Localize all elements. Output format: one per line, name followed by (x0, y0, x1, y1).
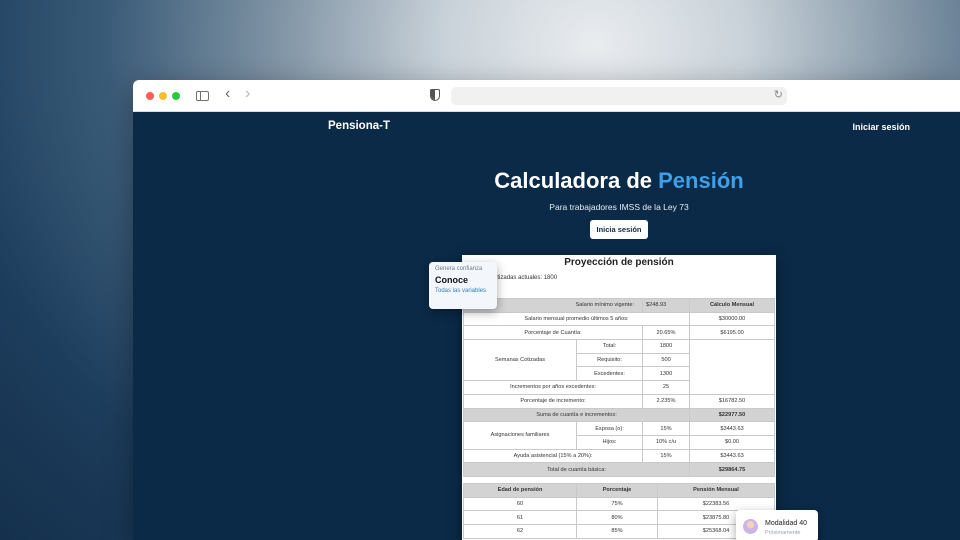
table-cell: 500 (642, 352, 691, 368)
table-cell: 85% (576, 524, 658, 539)
trust-card-kicker: Genera confianza (435, 266, 483, 272)
table-cell: $22383.56 (657, 496, 775, 512)
shield-icon[interactable] (430, 89, 440, 101)
brand-logo[interactable]: Pensiona-T (328, 120, 390, 132)
close-window-button[interactable] (146, 92, 154, 100)
back-icon[interactable]: ‹ (225, 86, 230, 102)
table-row: Salario mensual promedio últimos 5 años:… (462, 311, 776, 327)
table-cell (689, 339, 776, 395)
table-cell: 15% (642, 421, 691, 436)
table-cell: 61 (463, 510, 577, 526)
table-row: Salario mínimo vigente: $248.93 Cálculo … (462, 298, 776, 313)
sidebar-icon[interactable] (196, 91, 209, 101)
table-cell: $6195.00 (689, 325, 776, 341)
table-cell: 15% (642, 448, 691, 464)
table-cell: 1800 (642, 339, 691, 354)
page-subtitle: Para trabajadores IMSS de la Ley 73 (549, 202, 689, 212)
start-session-button[interactable]: Inicia sesión (590, 220, 648, 239)
reload-icon[interactable]: ↻ (774, 88, 783, 101)
table-cell: 20.65% (642, 325, 691, 341)
table-cell: Esposa (o): (575, 421, 644, 436)
table-cell: Porcentaje de incremento: (462, 393, 644, 409)
table-cell: 25 (642, 380, 691, 395)
table-cell: 60 (463, 496, 577, 512)
table-row: 61 80% $23875.80 (463, 510, 775, 526)
table-cell: $29864.75 (689, 462, 776, 477)
table-cell: Excedentes: (575, 366, 644, 382)
forward-icon[interactable]: › (245, 86, 250, 102)
table-cell: Suma de cuantía e incrementos: (462, 407, 691, 423)
modalidad-40-card[interactable]: Modalidad 40 Próximamente (736, 510, 818, 540)
browser-window: ‹ › ↻ Pensiona-T Iniciar sesión Calculad… (133, 80, 960, 540)
table-row: Ayuda asistencial (15% a 20%): 15% $3443… (462, 448, 776, 464)
table-cell: Ayuda asistencial (15% a 20%): (462, 448, 644, 464)
pension-calculation-table: Salario mínimo vigente: $248.93 Cálculo … (462, 298, 776, 477)
address-bar[interactable]: ↻ (451, 87, 787, 105)
document-title: Proyección de pensión (564, 257, 674, 268)
table-cell: Total: (575, 339, 644, 354)
browser-toolbar: ‹ › ↻ (133, 80, 960, 112)
retirement-age-table: Edad de pensión Porcentaje Pensión Mensu… (463, 483, 775, 539)
table-row: Asignaciones familiares Esposa (o): 15% … (463, 421, 776, 450)
table-row: 62 85% $25368.04 (463, 524, 775, 539)
table-cell: 10% c/u (642, 434, 691, 450)
modalidad-card-subtitle: Próximamente (765, 530, 801, 536)
trust-card[interactable]: Genera confianza Conoce Todas las variab… (429, 262, 497, 309)
table-cell: $16782.50 (689, 393, 776, 409)
title-accent: Pensión (658, 168, 744, 193)
table-header-row: Edad de pensión Porcentaje Pensión Mensu… (463, 483, 775, 498)
table-row: Suma de cuantía e incrementos: $22977.50 (462, 407, 776, 423)
maximize-window-button[interactable] (172, 92, 180, 100)
table-cell: Porcentaje de Cuantía: (462, 325, 644, 341)
table-cell: $3443.63 (689, 421, 776, 436)
avatar (743, 519, 758, 534)
table-cell: Requisito: (575, 352, 644, 368)
table-cell: $0.00 (689, 434, 776, 450)
table-cell: Total de cuantía básica: (462, 462, 691, 477)
column-header: Pensión Mensual (657, 483, 775, 498)
modalidad-card-title: Modalidad 40 (765, 520, 808, 527)
column-header: Edad de pensión (463, 483, 577, 498)
table-row: Porcentaje de incremento: 2.235% $16782.… (462, 393, 776, 409)
title-prefix: Calculadora de (494, 168, 659, 193)
all-variables-link[interactable]: Todas las variables (435, 288, 491, 294)
table-cell: Salario mensual promedio últimos 5 años: (462, 311, 691, 327)
trust-card-title: Conoce (435, 275, 469, 285)
table-cell: 1300 (642, 366, 691, 382)
table-row: Total de cuantía básica: $29864.75 (462, 462, 776, 477)
table-cell: 80% (576, 510, 658, 526)
table-cell: Semanas Cotizadas (463, 339, 577, 382)
page-title: Calculadora de Pensión (133, 168, 960, 194)
table-cell: Hijos: (575, 434, 644, 450)
table-row: 60 75% $22383.56 (463, 496, 775, 512)
login-link[interactable]: Iniciar sesión (852, 122, 910, 132)
table-row: Porcentaje de Cuantía: 20.65% $6195.00 (462, 325, 776, 341)
table-cell: $30000.00 (689, 311, 776, 327)
table-cell: Asignaciones familiares (463, 421, 577, 450)
table-row: Semanas Cotizadas Total: 1800 (463, 339, 776, 395)
table-cell: $22977.50 (689, 407, 776, 423)
pension-projection-document: Proyección de pensión Semanas cotizadas … (462, 255, 776, 540)
table-cell: Cálculo Mensual (689, 298, 776, 313)
column-header: Porcentaje (576, 483, 658, 498)
table-cell: Incrementos por años excedentes: (462, 380, 644, 395)
table-cell: 2.235% (642, 393, 691, 409)
table-cell: $3443.63 (689, 448, 776, 464)
table-cell: 75% (576, 496, 658, 512)
table-cell: $248.93 (642, 298, 691, 313)
table-cell: 62 (463, 524, 577, 539)
minimize-window-button[interactable] (159, 92, 167, 100)
